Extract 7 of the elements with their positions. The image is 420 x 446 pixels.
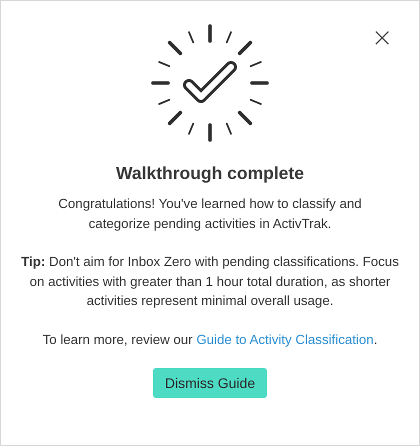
message-text: Congratulations! You've learned how to classify and categorize pending activities in ActivTrak. [57, 195, 363, 233]
dialog-title: Walkthrough complete [116, 163, 304, 184]
tip-text: Tip: Don't aim for Inbox Zero with pending classifications. Focus on activities with greater than 1 hour total duration, as shorter activities represent minimal overall usage. [21, 253, 399, 310]
close-button[interactable]: × [371, 25, 393, 51]
dismiss-button[interactable]: Dismiss Guide [152, 368, 268, 398]
learn-more-text: To learn more, review our Guide to Activity Classification. [42, 330, 378, 349]
check-burst-icon [150, 23, 270, 143]
